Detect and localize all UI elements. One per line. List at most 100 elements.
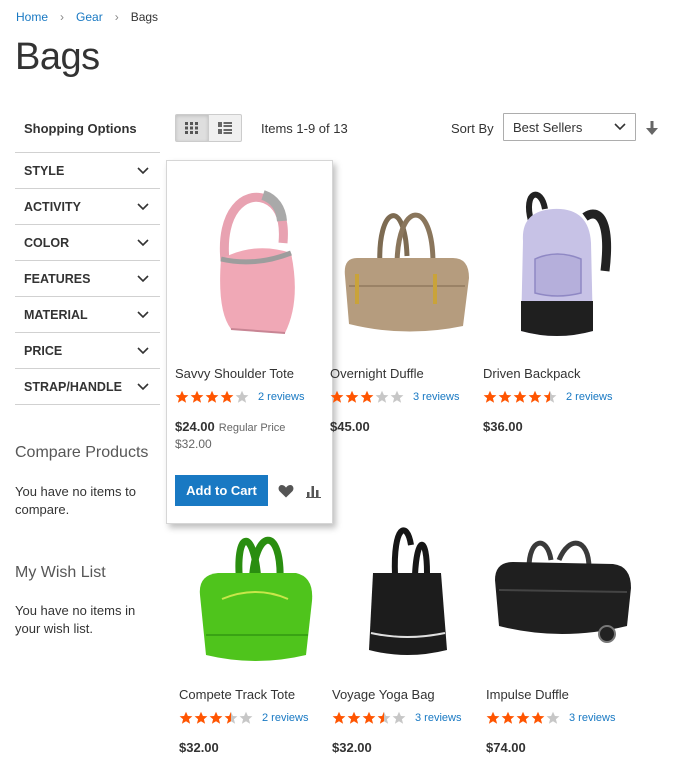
filter-style[interactable]: STYLE	[15, 153, 160, 189]
wishlist-title: My Wish List	[15, 564, 106, 581]
filter-label: COLOR	[24, 235, 70, 250]
star-icon	[392, 711, 406, 724]
filter-label: MATERIAL	[24, 307, 88, 322]
breadcrumb-home-link[interactable]: Home	[16, 10, 48, 24]
star-icon	[224, 711, 238, 724]
black-yoga-bag-image	[369, 527, 447, 655]
special-price: $24.00	[175, 419, 215, 434]
star-icon	[390, 390, 404, 403]
filter-price[interactable]: PRICE	[15, 333, 160, 369]
sort-direction-arrow-icon[interactable]	[645, 120, 659, 136]
star-icon	[528, 390, 542, 403]
star-icon	[543, 390, 557, 403]
star-icon	[220, 390, 234, 403]
list-icon	[218, 122, 232, 134]
star-icon	[546, 711, 560, 724]
page-title: Bags	[15, 36, 100, 78]
star-icon	[209, 711, 223, 724]
product-price: $74.00	[486, 740, 526, 755]
black-duffle-image	[494, 540, 631, 643]
star-icon	[531, 711, 545, 724]
compare-products-title: Compare Products	[15, 444, 149, 461]
add-to-cart-button[interactable]: Add to Cart	[175, 475, 268, 506]
sort-by-value: Best Sellers	[513, 119, 583, 135]
filter-features[interactable]: FEATURES	[15, 261, 160, 297]
star-icon	[516, 711, 530, 724]
heart-icon[interactable]	[278, 484, 294, 498]
product-name-link[interactable]: Savvy Shoulder Tote	[175, 366, 294, 381]
rating-stars	[175, 390, 250, 404]
rating-stars	[483, 390, 558, 404]
star-icon	[513, 390, 527, 403]
reviews-link[interactable]: 3 reviews	[569, 712, 615, 724]
grid-view-button[interactable]	[175, 114, 209, 142]
breadcrumb-current: Bags	[130, 10, 159, 24]
filter-label: ACTIVITY	[24, 199, 81, 214]
breadcrumb-separator-icon: ›	[60, 10, 65, 24]
product-rating: 3 reviews	[332, 711, 461, 725]
product-name-link[interactable]: Driven Backpack	[483, 366, 581, 381]
filter-color[interactable]: COLOR	[15, 225, 160, 261]
reviews-link[interactable]: 3 reviews	[415, 712, 461, 724]
product-image[interactable]	[175, 170, 325, 352]
wishlist-empty-text: You have no items in your wish list.	[15, 603, 136, 636]
breadcrumb-gear-link[interactable]: Gear	[76, 10, 103, 24]
product-rating: 3 reviews	[486, 711, 615, 725]
star-icon	[483, 390, 497, 403]
product-name-link[interactable]: Voyage Yoga Bag	[332, 687, 435, 702]
product-rating: 3 reviews	[330, 390, 459, 404]
filter-activity[interactable]: ACTIVITY	[15, 189, 160, 225]
list-view-button[interactable]	[208, 114, 242, 142]
filter-label: STRAP/HANDLE	[24, 379, 122, 394]
star-icon	[360, 390, 374, 403]
rating-stars	[179, 711, 254, 725]
star-icon	[375, 390, 389, 403]
product-image[interactable]	[330, 170, 480, 352]
sort-by-select[interactable]: Best Sellers	[503, 113, 636, 141]
reviews-link[interactable]: 2 reviews	[262, 712, 308, 724]
rating-stars	[486, 711, 561, 725]
breadcrumb: Home › Gear › Bags	[16, 10, 158, 24]
star-icon	[194, 711, 208, 724]
regular-price-label: Regular Price	[218, 422, 286, 434]
items-count: Items 1-9 of 13	[261, 121, 348, 136]
product-name-link[interactable]: Impulse Duffle	[486, 687, 569, 702]
compare-chart-icon[interactable]	[306, 484, 322, 498]
rating-stars	[330, 390, 405, 404]
tan-duffle-image	[344, 212, 469, 332]
reviews-link[interactable]: 2 reviews	[258, 391, 304, 403]
product-price: $36.00	[483, 419, 523, 434]
old-price: $32.00	[175, 437, 212, 451]
product-name-link[interactable]: Overnight Duffle	[330, 366, 424, 381]
star-icon	[347, 711, 361, 724]
filter-strap-handle[interactable]: STRAP/HANDLE	[15, 369, 160, 405]
star-icon	[486, 711, 500, 724]
star-icon	[179, 711, 193, 724]
product-name-link[interactable]: Compete Track Tote	[179, 687, 295, 702]
product-image[interactable]	[332, 515, 482, 665]
reviews-link[interactable]: 2 reviews	[566, 391, 612, 403]
grid-icon	[185, 122, 198, 134]
chevron-down-icon	[137, 238, 149, 246]
chevron-down-icon	[137, 166, 149, 174]
product-image[interactable]	[486, 515, 636, 665]
star-icon	[501, 711, 515, 724]
chevron-down-icon	[614, 123, 626, 131]
product-price: $32.00	[332, 740, 372, 755]
filter-label: FEATURES	[24, 271, 91, 286]
sidebar-filters: Shopping Options STYLE ACTIVITY COLOR FE…	[15, 110, 160, 405]
reviews-link[interactable]: 3 reviews	[413, 391, 459, 403]
star-icon	[330, 390, 344, 403]
product-price: $32.00	[179, 740, 219, 755]
product-image[interactable]	[179, 515, 329, 665]
star-icon	[175, 390, 189, 403]
star-icon	[377, 711, 391, 724]
product-price: $45.00	[330, 419, 370, 434]
filter-label: STYLE	[24, 163, 65, 178]
filter-material[interactable]: MATERIAL	[15, 297, 160, 333]
filter-label: PRICE	[24, 343, 63, 358]
product-image[interactable]	[483, 170, 633, 352]
chevron-down-icon	[137, 382, 149, 390]
product-price: $24.00 Regular Price	[175, 419, 285, 434]
chevron-down-icon	[137, 202, 149, 210]
